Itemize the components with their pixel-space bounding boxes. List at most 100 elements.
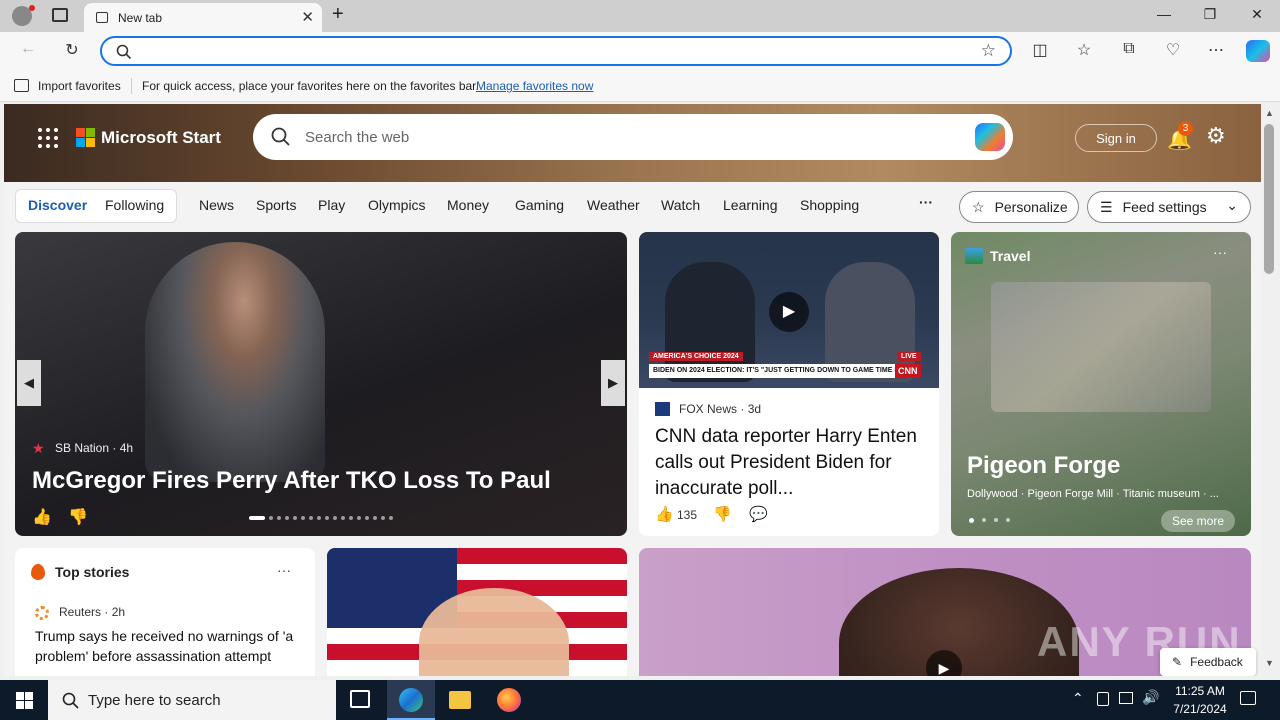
carousel-prev-button[interactable]: ◀ [17,360,41,406]
web-search-placeholder: Search the web [305,128,410,146]
nav-item-play[interactable]: Play [318,197,345,213]
hero-meta: SB Nation · 4h [55,441,134,455]
app-launcher-icon[interactable] [38,128,58,148]
tab-following[interactable]: Following [105,197,164,213]
settings-more-icon[interactable]: ⋯ [1205,40,1227,62]
nav-item-news[interactable]: News [199,197,234,213]
video-story-card[interactable]: AMERICA'S CHOICE 2024 BIDEN ON 2024 ELEC… [639,232,939,536]
notification-center-icon[interactable] [1240,691,1256,705]
browser-essentials-icon[interactable]: ♡ [1162,40,1184,62]
back-icon[interactable]: ← [17,40,39,62]
thumbs-down-icon[interactable]: 👎 [68,507,88,527]
hero-image [145,242,325,482]
travel-card[interactable]: Travel ··· Pigeon Forge Dollywood · Pige… [951,232,1251,536]
source-logo-icon: ★ [32,440,45,456]
import-favorites-icon [14,79,29,92]
page-scrollbar[interactable]: ▲ ▼ [1261,104,1280,676]
tab-new-tab[interactable]: New tab ✕ [84,3,322,32]
thumbs-up-icon[interactable]: 👍 [655,505,674,523]
video-headline[interactable]: CNN data reporter Harry Enten calls out … [655,424,927,502]
scroll-thumb[interactable] [1264,124,1274,274]
feed-navigation: Discover Following News Sports Play Olym… [4,182,1261,232]
scroll-down-arrow[interactable]: ▼ [1265,658,1274,668]
firefox-icon[interactable] [497,688,521,712]
hero-source: SB Nation [55,441,110,455]
feed-settings-button[interactable]: ☰ Feed settings ⌄ [1087,191,1251,223]
personalize-button[interactable]: ☆ Personalize [959,191,1079,223]
windows-start-icon[interactable] [16,692,33,709]
minimize-button[interactable]: — [1154,6,1174,22]
address-bar[interactable]: ☆ [100,36,1012,66]
taskbar-search-box[interactable]: Type here to search [48,680,336,720]
copilot-icon[interactable] [975,123,1005,151]
hero-carousel-card[interactable]: ◀ ▶ ★ SB Nation · 4h McGregor Fires Perr… [15,232,627,536]
nav-item-gaming[interactable]: Gaming [515,197,564,213]
scroll-up-arrow[interactable]: ▲ [1265,108,1274,118]
top-stories-title[interactable]: Top stories [55,564,129,580]
clock-time[interactable]: 11:25 AM [1170,684,1230,698]
video-play-icon[interactable]: ▶ [769,292,809,332]
reuters-logo-icon [35,606,49,620]
task-view-icon[interactable] [350,690,370,708]
carousel-next-button[interactable]: ▶ [601,360,625,406]
personalize-label: Personalize [994,199,1068,215]
story-headline[interactable]: Trump says he received no warnings of 'a… [35,626,303,666]
thumbs-up-icon[interactable]: 👍 [32,507,52,527]
split-screen-icon[interactable]: ◫ [1029,40,1051,62]
close-tab-icon[interactable]: ✕ [301,8,314,26]
show-hidden-icons-chevron[interactable]: ⌃ [1072,690,1084,707]
new-tab-button[interactable]: + [332,3,344,26]
restore-button[interactable]: ❐ [1200,6,1220,23]
flag-image-card[interactable] [327,548,627,676]
tv-banner: AMERICA'S CHOICE 2024 [649,352,743,361]
card-more-icon[interactable]: ··· [277,562,291,578]
nav-item-weather[interactable]: Weather [587,197,640,213]
card-more-icon[interactable]: ··· [1213,244,1227,260]
settings-gear-icon[interactable]: ⚙ [1206,123,1226,149]
brand-name[interactable]: Microsoft Start [101,128,221,148]
volume-icon[interactable]: 🔊 [1142,689,1159,706]
taskbar-search-placeholder: Type here to search [88,691,221,709]
edge-taskbar-button[interactable] [387,680,435,720]
sign-in-button[interactable]: Sign in [1075,124,1157,152]
search-icon [271,127,290,146]
collections-icon[interactable]: ⧉ [1118,40,1140,62]
tab-actions-icon[interactable] [52,8,68,22]
top-stories-card: Top stories ··· Reuters · 2h Trump says … [15,548,315,676]
web-search-box[interactable]: Search the web [253,114,1013,160]
nav-item-shopping[interactable]: Shopping [800,197,859,213]
thumbs-down-icon[interactable]: 👎 [713,505,732,523]
nav-item-olympics[interactable]: Olympics [368,197,426,213]
tab-page-icon [96,12,108,23]
nav-item-watch[interactable]: Watch [661,197,700,213]
page-content: Microsoft Start Search the web Sign in 🔔… [4,104,1261,676]
browser-titlebar: New tab ✕ + — ❐ ✕ [0,0,1280,32]
nav-item-money[interactable]: Money [447,197,489,213]
import-favorites-link[interactable]: Import favorites [38,79,121,93]
nav-item-sports[interactable]: Sports [256,197,296,213]
copilot-icon[interactable] [1246,40,1270,62]
manage-favorites-link[interactable]: Manage favorites now [476,79,593,93]
tab-discover[interactable]: Discover [28,197,87,213]
edge-icon [399,688,423,712]
feedback-button[interactable]: ✎ Feedback [1160,648,1256,676]
nav-item-learning[interactable]: Learning [723,197,778,213]
refresh-icon[interactable]: ↻ [61,40,83,62]
network-icon[interactable] [1119,692,1133,704]
file-explorer-icon[interactable] [449,691,471,709]
nav-more-button[interactable]: ··· [919,194,933,210]
video-meta: FOX News · 3d [679,402,762,416]
hero-headline[interactable]: McGregor Fires Perry After TKO Loss To P… [32,467,551,495]
comment-icon[interactable]: 💬 [749,505,768,523]
favorites-icon[interactable]: ☆ [1073,40,1095,62]
see-more-button[interactable]: See more [1161,510,1235,532]
favorite-star-icon[interactable]: ☆ [981,41,996,61]
meet-now-icon[interactable] [1097,692,1109,706]
clock-date[interactable]: 7/21/2024 [1166,702,1234,716]
microsoft-logo-icon [76,128,95,147]
search-icon [62,692,79,709]
travel-category-icon [965,248,983,264]
story-meta: Reuters · 2h [59,605,126,619]
close-window-button[interactable]: ✕ [1247,6,1267,23]
travel-title[interactable]: Pigeon Forge [967,452,1120,480]
